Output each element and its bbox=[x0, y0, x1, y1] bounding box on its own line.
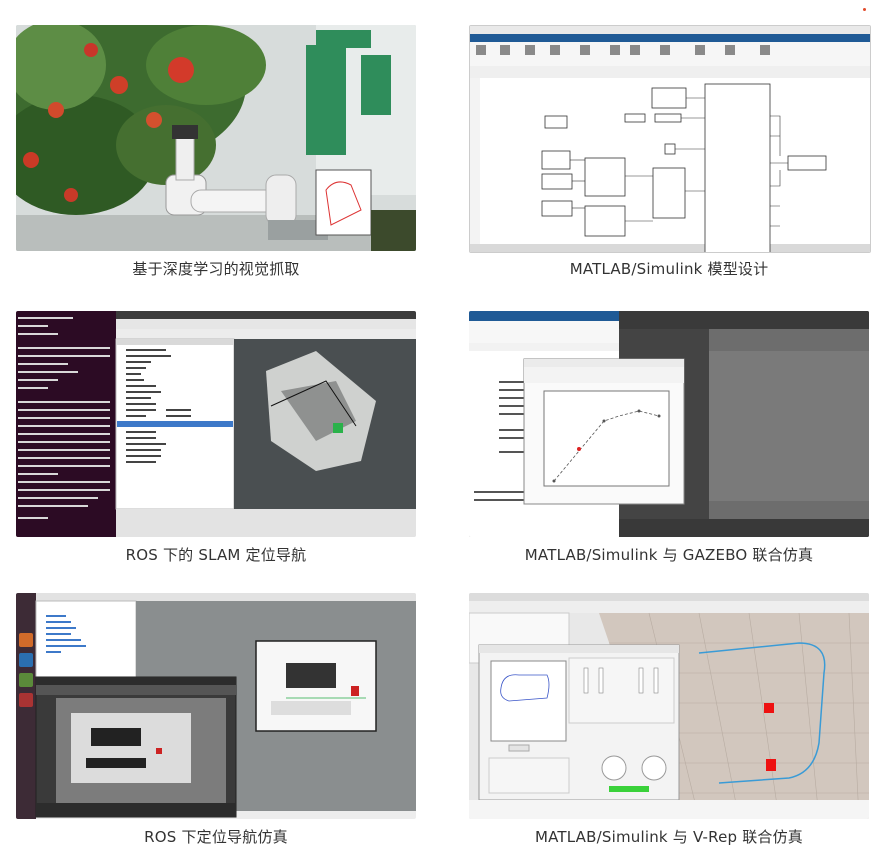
ros-rviz-slam-screenshot[interactable] bbox=[16, 311, 416, 537]
card-caption: MATLAB/Simulink 与 V-Rep 联合仿真 bbox=[534, 828, 804, 846]
simulink-model-screenshot[interactable] bbox=[469, 25, 871, 253]
corner-accent-dot bbox=[863, 8, 866, 11]
card-ros-navigation-sim[interactable]: ROS 下定位导航仿真 bbox=[16, 593, 416, 853]
card-caption: ROS 下的 SLAM 定位导航 bbox=[125, 546, 307, 564]
card-vision-grasping[interactable]: 基于深度学习的视觉抓取 bbox=[16, 25, 416, 285]
gazebo-illustration bbox=[469, 311, 869, 537]
rviz-illustration bbox=[16, 311, 416, 537]
card-matlab-gazebo[interactable]: MATLAB/Simulink 与 GAZEBO 联合仿真 bbox=[469, 311, 869, 571]
card-caption: 基于深度学习的视觉抓取 bbox=[132, 260, 300, 278]
photo-illustration bbox=[16, 25, 416, 251]
card-caption: MATLAB/Simulink 与 GAZEBO 联合仿真 bbox=[524, 546, 814, 564]
card-caption: ROS 下定位导航仿真 bbox=[144, 828, 288, 846]
matlab-gazebo-screenshot[interactable] bbox=[469, 311, 869, 537]
robot-arm-grasping-photo[interactable] bbox=[16, 25, 416, 251]
card-ros-slam[interactable]: ROS 下的 SLAM 定位导航 bbox=[16, 311, 416, 571]
card-matlab-vrep[interactable]: MATLAB/Simulink 与 V-Rep 联合仿真 bbox=[469, 593, 869, 853]
card-simulink-model[interactable]: MATLAB/Simulink 模型设计 bbox=[469, 25, 871, 285]
ros-navigation-sim-screenshot[interactable] bbox=[16, 593, 416, 819]
simulink-illustration bbox=[470, 26, 870, 252]
vrep-illustration bbox=[469, 593, 869, 819]
navigation-sim-illustration bbox=[16, 593, 416, 819]
matlab-vrep-screenshot[interactable] bbox=[469, 593, 869, 819]
card-caption: MATLAB/Simulink 模型设计 bbox=[569, 260, 769, 278]
